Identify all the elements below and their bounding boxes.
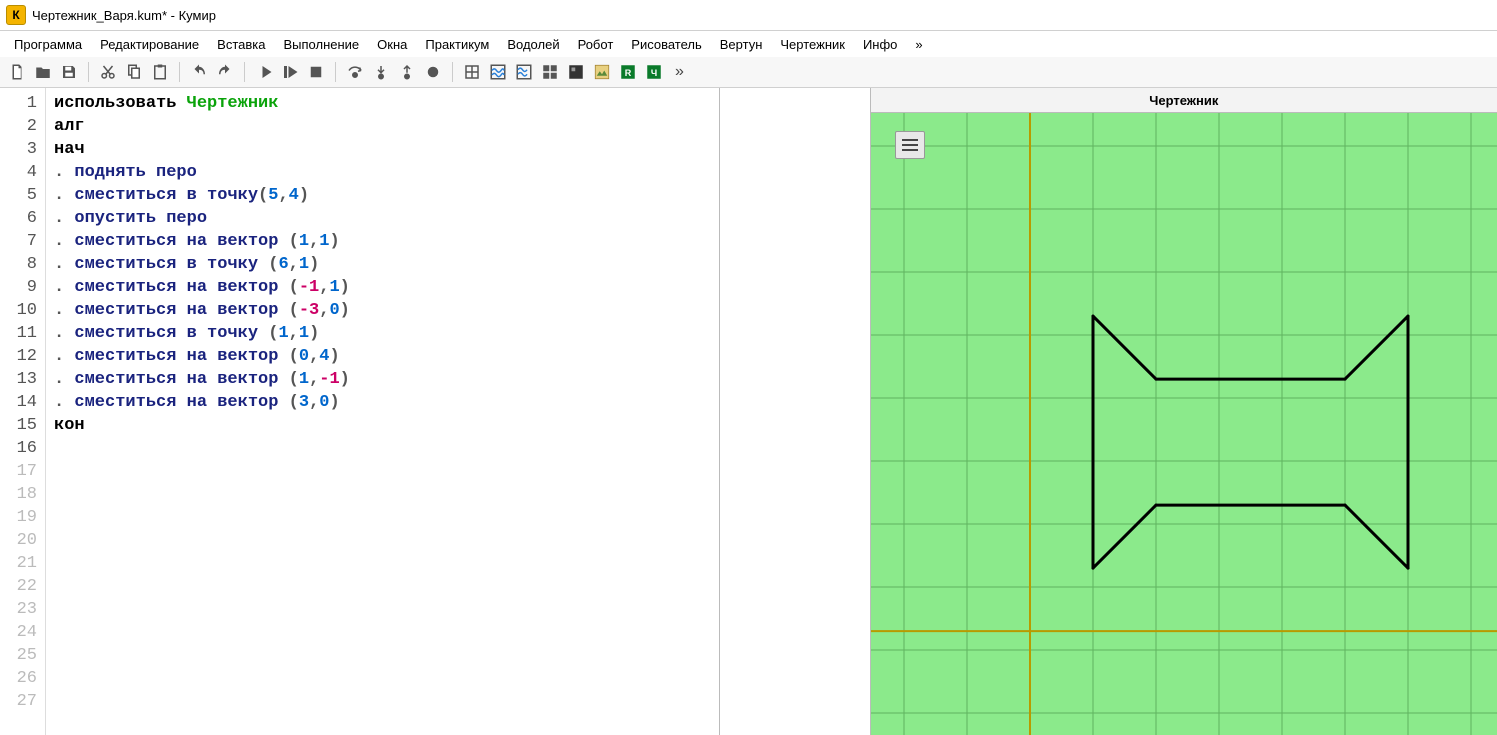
line-number: 9 — [0, 276, 37, 299]
stop-icon[interactable] — [305, 61, 327, 83]
run-icon[interactable] — [253, 61, 275, 83]
window-title: Чертежник_Варя.kum* - Кумир — [32, 8, 216, 23]
drawing-canvas[interactable] — [871, 113, 1497, 735]
separator — [88, 62, 89, 82]
menu-overflow[interactable]: » — [907, 34, 930, 55]
menu-item[interactable]: Программа — [6, 34, 90, 55]
line-number: 4 — [0, 161, 37, 184]
tool-wave2-icon[interactable] — [513, 61, 535, 83]
line-number: 11 — [0, 322, 37, 345]
run-step-icon[interactable] — [279, 61, 301, 83]
menu-item[interactable]: Вставка — [209, 34, 273, 55]
menu-bar: ПрограммаРедактированиеВставкаВыполнение… — [0, 31, 1497, 57]
middle-gap — [720, 88, 871, 735]
line-number: 12 — [0, 345, 37, 368]
line-number: 26 — [0, 667, 37, 690]
line-number: 17 — [0, 460, 37, 483]
svg-text:R: R — [625, 68, 632, 78]
line-number: 15 — [0, 414, 37, 437]
line-number: 19 — [0, 506, 37, 529]
line-number: 20 — [0, 529, 37, 552]
line-number: 6 — [0, 207, 37, 230]
line-number: 5 — [0, 184, 37, 207]
line-number: 25 — [0, 644, 37, 667]
title-bar: К Чертежник_Варя.kum* - Кумир — [0, 0, 1497, 31]
paste-icon[interactable] — [149, 61, 171, 83]
undo-icon[interactable] — [188, 61, 210, 83]
code-editor[interactable]: использовать Чертежник алг нач . поднять… — [46, 88, 719, 735]
line-number: 16 — [0, 437, 37, 460]
menu-item[interactable]: Практикум — [417, 34, 497, 55]
line-number: 24 — [0, 621, 37, 644]
menu-item[interactable]: Чертежник — [772, 34, 853, 55]
line-number: 18 — [0, 483, 37, 506]
tool-picture-icon[interactable] — [591, 61, 613, 83]
step-into-icon[interactable] — [370, 61, 392, 83]
save-icon[interactable] — [58, 61, 80, 83]
menu-item[interactable]: Робот — [570, 34, 622, 55]
menu-item[interactable]: Окна — [369, 34, 415, 55]
menu-item[interactable]: Водолей — [499, 34, 567, 55]
line-number: 7 — [0, 230, 37, 253]
line-number: 14 — [0, 391, 37, 414]
menu-item[interactable]: Редактирование — [92, 34, 207, 55]
drawing-pane: Чертежник — [871, 88, 1497, 735]
canvas-menu-button[interactable] — [895, 131, 925, 159]
tool-green1-icon[interactable]: R — [617, 61, 639, 83]
new-file-icon[interactable] — [6, 61, 28, 83]
tool-wave1-icon[interactable] — [487, 61, 509, 83]
menu-item[interactable]: Вертун — [712, 34, 771, 55]
line-number: 10 — [0, 299, 37, 322]
menu-item[interactable]: Инфо — [855, 34, 905, 55]
svg-text:Ч: Ч — [651, 68, 657, 78]
line-number: 27 — [0, 690, 37, 713]
line-number: 22 — [0, 575, 37, 598]
separator — [179, 62, 180, 82]
copy-icon[interactable] — [123, 61, 145, 83]
tool-squares-icon[interactable] — [539, 61, 561, 83]
line-number: 3 — [0, 138, 37, 161]
toolbar: R Ч » — [0, 57, 1497, 88]
separator — [452, 62, 453, 82]
breakpoint-icon[interactable] — [422, 61, 444, 83]
editor-pane: 1234567891011121314151617181920212223242… — [0, 88, 720, 735]
line-number: 1 — [0, 92, 37, 115]
step-out-icon[interactable] — [396, 61, 418, 83]
separator — [335, 62, 336, 82]
line-number: 8 — [0, 253, 37, 276]
tool-dark-icon[interactable] — [565, 61, 587, 83]
redo-icon[interactable] — [214, 61, 236, 83]
line-number: 21 — [0, 552, 37, 575]
tool-grid-icon[interactable] — [461, 61, 483, 83]
line-number: 2 — [0, 115, 37, 138]
open-file-icon[interactable] — [32, 61, 54, 83]
app-icon: К — [6, 5, 26, 25]
menu-item[interactable]: Рисователь — [623, 34, 709, 55]
tool-green2-icon[interactable]: Ч — [643, 61, 665, 83]
step-over-icon[interactable] — [344, 61, 366, 83]
line-number: 23 — [0, 598, 37, 621]
line-gutter: 1234567891011121314151617181920212223242… — [0, 88, 46, 735]
cut-icon[interactable] — [97, 61, 119, 83]
line-number: 13 — [0, 368, 37, 391]
toolbar-overflow[interactable]: » — [669, 63, 690, 81]
main-area: 1234567891011121314151617181920212223242… — [0, 88, 1497, 735]
menu-item[interactable]: Выполнение — [275, 34, 367, 55]
drawing-title: Чертежник — [871, 88, 1497, 113]
separator — [244, 62, 245, 82]
